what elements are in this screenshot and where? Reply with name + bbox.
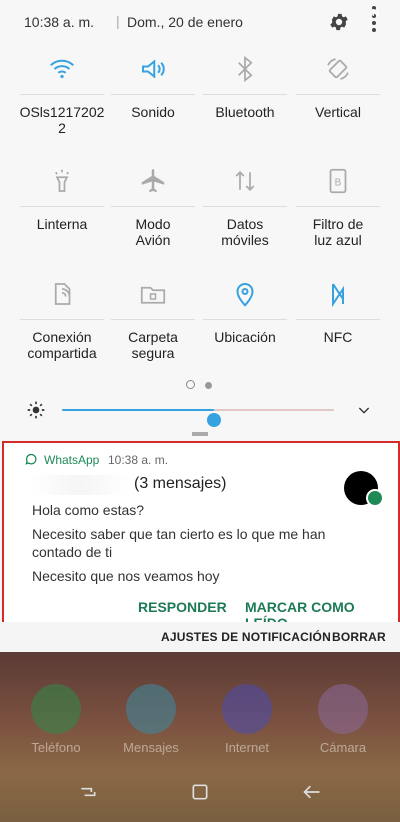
gear-icon[interactable] [328, 11, 350, 33]
message-3: Necesito que nos veamos hoy [32, 568, 220, 584]
brightness-knob[interactable] [207, 413, 222, 427]
flashlight-icon [55, 169, 69, 192]
tile-label: NFC [323, 329, 353, 345]
svg-text:B: B [335, 177, 342, 188]
chevron-down-icon[interactable] [356, 402, 372, 418]
tile-divider [111, 94, 195, 95]
tile-bluetooth[interactable]: Bluetooth [197, 54, 293, 154]
tile-label: Filtro de luz azul [312, 216, 364, 248]
whatsapp-icon [25, 453, 37, 465]
clock: 10:38 a. m. [24, 14, 95, 30]
notification-time: 10:38 a. m. [108, 453, 169, 467]
brightness-fill [62, 409, 215, 411]
tile-label: Conexión compartida [27, 329, 97, 361]
dock-label: Mensajes [123, 740, 179, 755]
notification-panel-actions: AJUSTES DE NOTIFICACIÓN BORRAR [0, 622, 400, 652]
status-bar: 10:38 a. m. | Dom., 20 de enero N [24, 6, 384, 34]
blue-light-filter-icon: B [329, 168, 347, 194]
page-dot-active [186, 380, 195, 389]
tile-hotspot[interactable]: Conexión compartida [14, 279, 110, 379]
tile-nfc[interactable]: NFC [290, 279, 386, 379]
tile-divider [296, 319, 380, 320]
navigation-bar [0, 764, 400, 822]
dock-label: Internet [224, 740, 270, 755]
tile-rotation[interactable]: Vertical [290, 54, 386, 154]
tile-label: Ubicación [214, 329, 276, 345]
tile-label: Linterna [36, 216, 88, 232]
tile-airplane[interactable]: Modo Avión [105, 166, 201, 266]
tile-label: OSls1217202 2 [19, 104, 105, 136]
tile-divider [111, 319, 195, 320]
tile-label: Bluetooth [215, 104, 275, 120]
dot [372, 28, 376, 32]
rotate-icon [327, 58, 349, 80]
more-options-button[interactable]: N [364, 6, 384, 34]
internet-icon [222, 684, 272, 734]
tile-divider [203, 206, 287, 207]
wifi-icon [50, 59, 74, 79]
redacted-sender [30, 475, 130, 495]
notification-title: (3 mensajes) [30, 475, 227, 495]
notification-badge: N [372, 6, 380, 19]
hotspot-icon [54, 283, 71, 305]
tile-label: Vertical [315, 104, 361, 120]
tile-divider [203, 94, 287, 95]
panel-handle[interactable] [192, 432, 208, 436]
message-2: Necesito saber que tan cierto es lo que … [32, 526, 326, 560]
tile-location[interactable]: Ubicación [197, 279, 293, 379]
recent-apps-icon[interactable] [78, 782, 98, 802]
tile-blue-light[interactable]: B Filtro de luz azul [290, 166, 386, 266]
nfc-icon [332, 283, 344, 308]
clear-button[interactable]: BORRAR [332, 630, 386, 644]
whatsapp-notification[interactable]: WhatsApp 10:38 a. m. (3 mensajes) Hola c… [2, 441, 400, 631]
brightness-icon [27, 401, 45, 419]
speaker-icon [142, 59, 165, 79]
tile-mobile-data[interactable]: Datos móviles [197, 166, 293, 266]
brightness-slider[interactable] [62, 409, 334, 427]
bluetooth-icon [238, 55, 253, 83]
airplane-icon [141, 169, 165, 193]
dot [372, 21, 376, 25]
home-icon[interactable] [190, 782, 210, 802]
tile-divider [296, 206, 380, 207]
home-screen-background: Teléfono Mensajes Internet Cámara [0, 652, 400, 822]
dock-label: Cámara [319, 740, 367, 755]
dock-label: Teléfono [31, 740, 81, 755]
tile-wifi[interactable]: OSls1217202 2 [14, 54, 110, 154]
tile-sound[interactable]: Sonido [105, 54, 201, 154]
date: Dom., 20 de enero [127, 14, 243, 30]
app-name: WhatsApp [44, 453, 100, 467]
mobile-data-icon [235, 171, 255, 191]
tile-secure-folder[interactable]: Carpeta segura [105, 279, 201, 379]
tile-divider [111, 206, 195, 207]
reply-button[interactable]: RESPONDER [138, 599, 227, 615]
message-1: Hola como estas? [32, 502, 145, 518]
tile-divider [20, 206, 104, 207]
tile-flashlight[interactable]: Linterna [14, 166, 110, 266]
tile-label: Modo Avión [135, 216, 171, 248]
tile-divider [296, 94, 380, 95]
tile-divider [203, 319, 287, 320]
camera-icon [318, 684, 368, 734]
tile-label: Carpeta segura [128, 329, 178, 361]
message-count: (3 mensajes) [134, 475, 227, 492]
separator: | [116, 13, 120, 29]
phone-icon [31, 684, 81, 734]
back-icon[interactable] [302, 782, 322, 802]
location-icon [236, 283, 254, 307]
page-indicator [186, 376, 222, 394]
quick-settings-panel: 10:38 a. m. | Dom., 20 de enero N OSls12… [0, 0, 400, 440]
tile-divider [20, 319, 104, 320]
messages-icon [126, 684, 176, 734]
avatar [344, 471, 384, 507]
tile-label: Datos móviles [221, 216, 269, 248]
notification-settings-button[interactable]: AJUSTES DE NOTIFICACIÓN [161, 630, 331, 644]
page-dot [205, 382, 212, 389]
secure-folder-icon [140, 286, 166, 304]
tile-label: Sonido [131, 104, 175, 120]
tile-divider [20, 94, 104, 95]
brightness-control [26, 398, 386, 427]
